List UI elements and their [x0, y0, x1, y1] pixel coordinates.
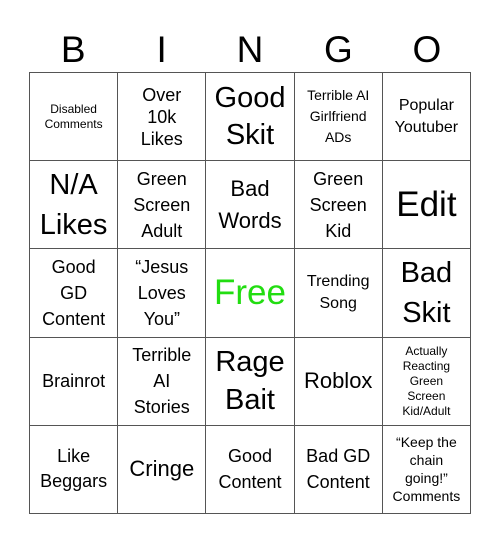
- free-space-text: Free: [214, 272, 286, 312]
- header-letter-g: G: [324, 29, 353, 70]
- cell-text: Bad Words: [218, 175, 282, 233]
- cell-text: Trending Song: [306, 272, 370, 312]
- cell-text: Edit: [396, 184, 457, 224]
- cell-text: Cringe: [129, 456, 195, 482]
- header-letter-i: I: [156, 29, 167, 70]
- bingo-cell[interactable]: Green Screen Kid: [294, 161, 383, 250]
- bingo-cell-free[interactable]: Free: [206, 249, 295, 338]
- cell-text: Green Screen Kid: [309, 168, 367, 241]
- bingo-cell[interactable]: Over 10k Likes: [118, 73, 207, 162]
- bingo-cell[interactable]: Like Beggars: [30, 425, 119, 514]
- header-letter-o: O: [412, 29, 442, 70]
- cell-text: “Jesus Loves You”: [135, 256, 189, 329]
- bingo-cell[interactable]: Brainrot: [30, 337, 119, 426]
- bingo-cell[interactable]: Bad Words: [206, 161, 295, 250]
- cell-text: Terrible AI Girlfriend ADs: [307, 87, 370, 146]
- cell-text: Actually Reacting Green Screen Kid/Adult: [402, 343, 451, 418]
- cell-text: Over 10k Likes: [140, 84, 183, 149]
- bingo-cell[interactable]: Terrible AI Stories: [118, 337, 207, 426]
- header-letter-b: B: [60, 29, 86, 70]
- bingo-cell[interactable]: Cringe: [118, 425, 207, 514]
- cell-text: Disabled Comments: [44, 101, 103, 131]
- bingo-cell[interactable]: Rage Bait: [206, 337, 295, 426]
- cell-text: Roblox: [303, 368, 373, 394]
- cell-text: Green Screen Adult: [133, 168, 191, 241]
- bingo-cell[interactable]: Edit: [382, 161, 471, 250]
- cell-text: Good Skit: [214, 81, 286, 151]
- bingo-cell[interactable]: Disabled Comments: [30, 73, 119, 162]
- bingo-cell[interactable]: Actually Reacting Green Screen Kid/Adult: [382, 337, 471, 426]
- cell-text: Brainrot: [42, 371, 106, 392]
- cell-text: Bad GD Content: [306, 446, 371, 493]
- cell-text: Like Beggars: [40, 446, 108, 492]
- bingo-cell[interactable]: “Keep the chain going!” Comments: [382, 425, 471, 514]
- cell-text: N/A Likes: [39, 168, 108, 241]
- cell-text: Popular Youtuber: [394, 96, 459, 136]
- bingo-cell[interactable]: Green Screen Adult: [118, 161, 207, 250]
- bingo-grid: Disabled Comments Over 10k Likes Good Sk…: [29, 72, 471, 514]
- cell-text: Terrible AI Stories: [132, 345, 192, 418]
- cell-text: Bad Skit: [400, 256, 453, 329]
- bingo-cell[interactable]: Trending Song: [294, 249, 383, 338]
- bingo-cell[interactable]: Bad Skit: [382, 249, 471, 338]
- bingo-cell[interactable]: Terrible AI Girlfriend ADs: [294, 73, 383, 162]
- cell-text: “Keep the chain going!” Comments: [392, 434, 461, 505]
- bingo-cell[interactable]: Good GD Content: [30, 249, 119, 338]
- bingo-cell[interactable]: Bad GD Content: [294, 425, 383, 514]
- bingo-cell[interactable]: Roblox: [294, 337, 383, 426]
- cell-text: Good Content: [218, 446, 282, 493]
- bingo-cell[interactable]: Good Content: [206, 425, 295, 514]
- header-letter-n: N: [236, 29, 264, 70]
- cell-text: Rage Bait: [215, 346, 285, 417]
- bingo-cell[interactable]: “Jesus Loves You”: [118, 249, 207, 338]
- bingo-cell[interactable]: N/A Likes: [30, 161, 119, 250]
- cell-text: Good GD Content: [42, 256, 106, 329]
- bingo-header: B I N G O: [29, 28, 471, 72]
- bingo-cell[interactable]: Popular Youtuber: [382, 73, 471, 162]
- bingo-cell[interactable]: Good Skit: [206, 73, 295, 162]
